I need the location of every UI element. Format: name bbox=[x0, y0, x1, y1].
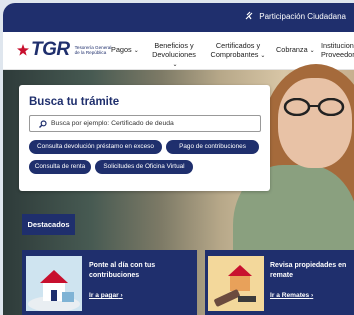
search-card: Busca tu trámite Busca por ejemplo: Cert… bbox=[19, 85, 270, 191]
nav-label: Certificados y Comprobantes bbox=[210, 41, 261, 59]
chevron-down-icon: ⌄ bbox=[309, 48, 315, 54]
chip-contribuciones[interactable]: Pago de contribuciones bbox=[166, 140, 259, 154]
nav-label: Beneficios y Devoluciones bbox=[152, 41, 196, 59]
nav-label: Institucion Proveedor bbox=[321, 41, 354, 59]
house-illustration bbox=[26, 256, 82, 311]
top-bar: Participación Ciudadana bbox=[3, 3, 354, 32]
chevron-down-icon: ⌄ bbox=[260, 53, 266, 59]
search-icon bbox=[39, 120, 47, 128]
nav-item-beneficios[interactable]: Beneficios y Devoluciones ⌄ bbox=[149, 41, 199, 70]
featured-title: Ponte al día con tus contribuciones bbox=[89, 262, 156, 279]
chevron-down-icon: ⌄ bbox=[133, 48, 139, 54]
star-icon bbox=[17, 44, 29, 56]
auction-illustration bbox=[208, 256, 264, 311]
featured-card-remates[interactable]: Revisa propiedades en remate Ir a Remate… bbox=[205, 250, 354, 315]
featured-title: Revisa propiedades en remate bbox=[270, 262, 347, 279]
logo-subtitle: Tesorería General de la República bbox=[74, 44, 112, 55]
search-input[interactable]: Busca por ejemplo: Certificado de deuda bbox=[29, 115, 261, 132]
featured-link[interactable]: Ir a Remates › bbox=[270, 292, 313, 299]
featured-card-pagar[interactable]: Ponte al día con tus contribuciones Ir a… bbox=[22, 250, 197, 315]
chip-oficina-virtual[interactable]: Solicitudes de Oficina Virtual bbox=[95, 160, 193, 174]
main-nav: TGR Tesorería General de la República Pa… bbox=[3, 32, 354, 70]
featured-link[interactable]: Ir a pagar › bbox=[89, 292, 123, 299]
tgr-logo[interactable]: TGR Tesorería General de la República bbox=[17, 39, 115, 61]
hero-photo-face bbox=[278, 78, 352, 168]
hero-photo-glasses bbox=[283, 98, 345, 116]
participation-label: Participación Ciudadana bbox=[259, 11, 346, 21]
nav-item-cobranza[interactable]: Cobranza ⌄ bbox=[276, 45, 315, 56]
nav-item-certificados[interactable]: Certificados y Comprobantes ⌄ bbox=[209, 41, 267, 61]
nav-item-pagos[interactable]: Pagos ⌄ bbox=[111, 45, 139, 56]
chip-renta[interactable]: Consulta de renta bbox=[29, 160, 91, 174]
nav-label: Cobranza bbox=[276, 45, 308, 54]
chip-devolucion[interactable]: Consulta devolución préstamo en exceso bbox=[29, 140, 162, 154]
search-card-title: Busca tu trámite bbox=[29, 96, 120, 108]
chevron-down-icon: ⌄ bbox=[172, 62, 178, 68]
browser-viewport: Participación Ciudadana TGR Tesorería Ge… bbox=[3, 3, 354, 315]
nav-item-instituciones[interactable]: Institucion Proveedor bbox=[321, 41, 354, 59]
featured-heading: Destacados bbox=[22, 214, 75, 235]
search-placeholder: Busca por ejemplo: Certificado de deuda bbox=[51, 120, 174, 127]
nav-label: Pagos bbox=[111, 45, 132, 54]
hand-icon bbox=[245, 11, 253, 20]
participation-link[interactable]: Participación Ciudadana bbox=[244, 11, 346, 21]
logo-text: TGR bbox=[31, 39, 70, 60]
